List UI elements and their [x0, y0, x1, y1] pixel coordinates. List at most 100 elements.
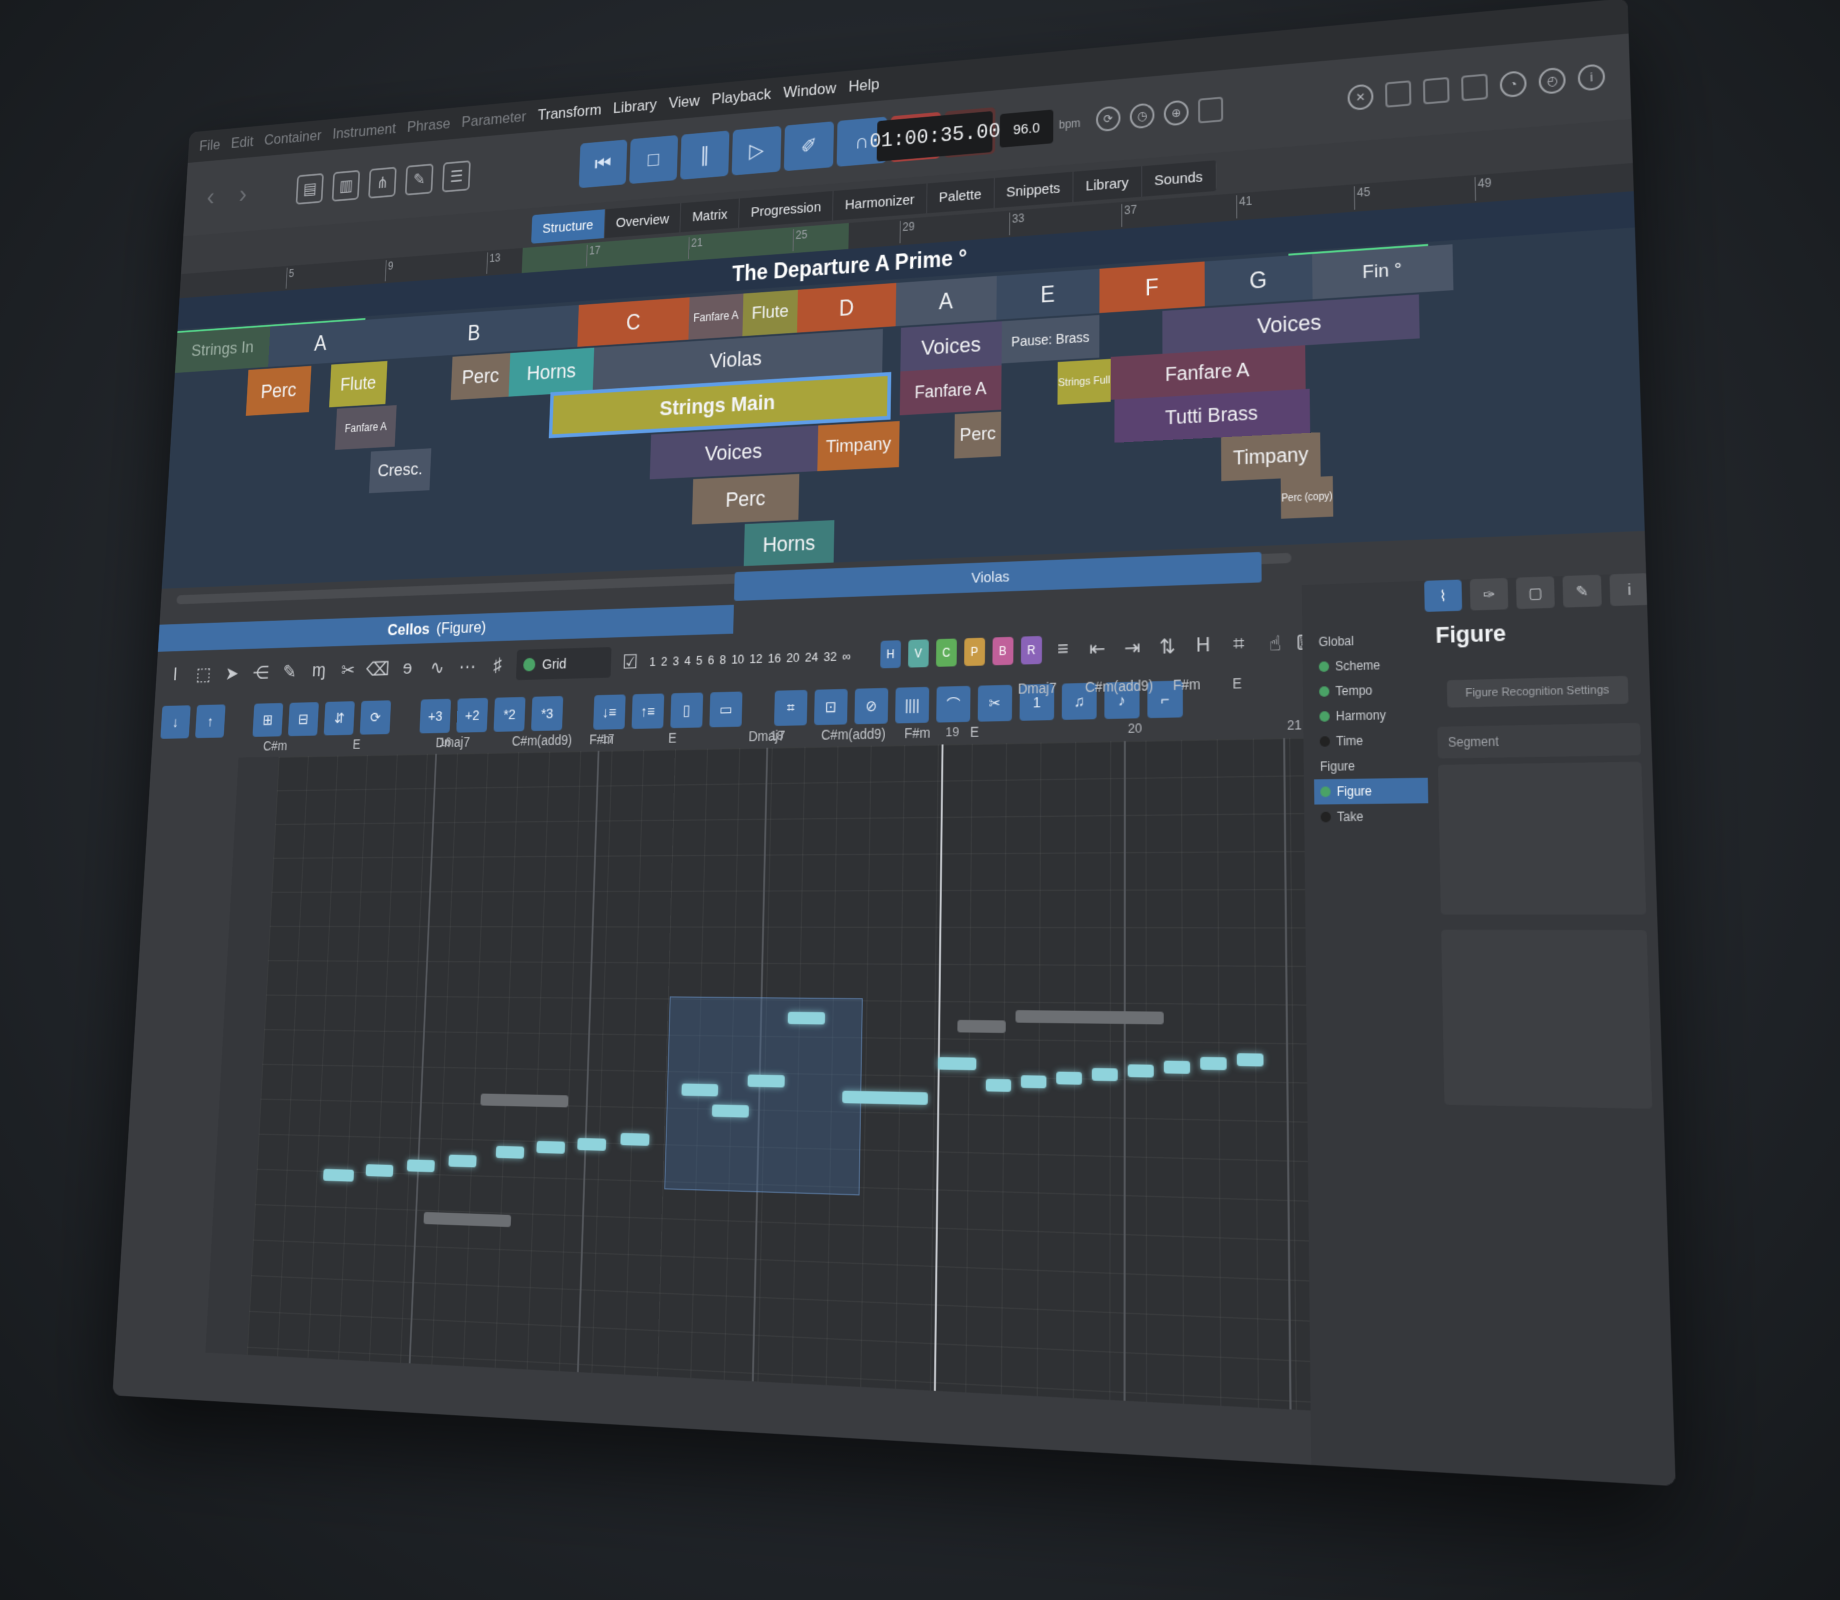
division-option[interactable]: 32 [823, 648, 836, 663]
tempo-display[interactable]: 96.0 [999, 109, 1054, 148]
ear-icon[interactable]: ɘ [395, 655, 419, 682]
menu-phrase[interactable]: Phrase [407, 115, 451, 136]
tree-item-tempo[interactable]: Tempo [1313, 677, 1426, 705]
division-option[interactable]: 10 [731, 651, 744, 666]
chord-label[interactable]: C#m(add9) [821, 726, 886, 743]
note[interactable] [1091, 1067, 1118, 1082]
block-voices-b[interactable]: Voices [900, 321, 1002, 372]
folder-icon[interactable]: ▢ [1515, 576, 1555, 610]
section-flute[interactable]: Flute [742, 289, 798, 337]
sort-up-button[interactable]: ↑≡ [631, 693, 665, 729]
division-option[interactable]: 4 [684, 653, 691, 668]
checkbox-icon[interactable]: ☑ [618, 648, 643, 676]
segment-options-box[interactable] [1438, 761, 1647, 915]
back-arrow-icon[interactable]: ‹ [198, 182, 223, 213]
note[interactable] [406, 1159, 435, 1173]
chord-label[interactable]: E [1232, 675, 1241, 692]
tab-snippets[interactable]: Snippets [994, 171, 1074, 209]
eraser-icon[interactable]: ⌫ [366, 656, 390, 683]
indent-icon[interactable]: ⇤ [1084, 634, 1111, 663]
microphone-button[interactable]: ✐ [783, 121, 834, 172]
fader-button[interactable]: ▯ [670, 692, 704, 729]
tree-header-figure[interactable]: Figure [1314, 752, 1428, 779]
chord-label[interactable]: E [970, 724, 979, 740]
clock-icon[interactable]: ◴ [1538, 66, 1566, 95]
marquee-icon[interactable]: ⬚ [192, 661, 216, 687]
screen-icon[interactable] [1198, 96, 1224, 124]
block-perc[interactable]: Perc [245, 365, 312, 416]
info-tab-icon[interactable]: i [1609, 573, 1650, 607]
info-icon[interactable]: i [1577, 63, 1606, 92]
section-fanfare-a[interactable]: Fanfare A [688, 293, 744, 340]
curve-icon[interactable]: ∿ [425, 654, 450, 681]
transpose-plus3-button[interactable]: +3 [419, 698, 452, 734]
align-left-icon[interactable]: ≡ [1049, 635, 1076, 664]
note[interactable] [842, 1090, 928, 1105]
division-option[interactable]: 20 [786, 650, 799, 665]
move-up-button[interactable]: ↑ [195, 704, 226, 739]
section-d[interactable]: D [797, 282, 897, 333]
figure-options-box[interactable] [1441, 929, 1653, 1109]
tab-harmonizer[interactable]: Harmonizer [833, 183, 928, 221]
note[interactable] [365, 1164, 394, 1177]
figure-recognition-settings-button[interactable]: Figure Recognition Settings [1446, 675, 1629, 708]
note[interactable] [536, 1140, 566, 1154]
tree-item-time[interactable]: Time [1314, 727, 1428, 754]
transpose-plus2-button[interactable]: +2 [456, 697, 489, 733]
chord-label[interactable]: C#m(add9) [1085, 677, 1153, 695]
sort-down-button[interactable]: ↓≡ [593, 694, 626, 730]
note[interactable] [985, 1078, 1012, 1092]
block-flute[interactable]: Flute [329, 360, 388, 408]
ruler-button[interactable]: ▭ [709, 691, 743, 728]
section-strings-in[interactable]: Strings In [174, 326, 271, 373]
tab-matrix[interactable]: Matrix [680, 198, 740, 233]
section-fin[interactable]: Fin ° [1312, 244, 1454, 300]
note[interactable] [747, 1074, 785, 1088]
menu-instrument[interactable]: Instrument [332, 120, 396, 143]
stop-button[interactable]: □ [629, 135, 679, 185]
section-f[interactable]: F [1099, 261, 1205, 314]
block-strings-full[interactable]: Strings Full [1057, 358, 1111, 405]
tree-item-harmony[interactable]: Harmony [1313, 702, 1427, 729]
move-down-button[interactable]: ↓ [160, 705, 191, 739]
bell-icon[interactable]: ◔ [1499, 70, 1527, 99]
tab-structure[interactable]: Structure [531, 209, 606, 244]
section-a-reprise[interactable]: A [895, 275, 997, 327]
division-option[interactable]: 1 [649, 654, 656, 669]
window-icon[interactable] [1461, 73, 1489, 102]
menu-parameter[interactable]: Parameter [461, 108, 526, 131]
menu-lines-icon[interactable] [1385, 80, 1412, 108]
filter-chip-b[interactable]: B [992, 636, 1014, 666]
duplicate-button[interactable]: ⊟ [287, 702, 319, 737]
tree-item-scheme[interactable]: Scheme [1313, 652, 1426, 680]
panel-icon[interactable] [1422, 76, 1450, 105]
filter-chip-p[interactable]: P [963, 637, 985, 667]
block-perc-c[interactable]: Perc [691, 473, 800, 525]
forward-arrow-icon[interactable]: › [231, 179, 256, 210]
note[interactable] [1127, 1064, 1154, 1078]
chart-icon[interactable]: ⌇ [1424, 579, 1463, 612]
crop-icon[interactable]: ⌗ [1225, 630, 1253, 659]
division-option[interactable]: ∞ [842, 648, 851, 663]
brush-tab-icon[interactable]: ✎ [1562, 574, 1602, 608]
chord-label[interactable]: F#m [1173, 676, 1201, 693]
multiply3-button[interactable]: *3 [531, 695, 564, 732]
layout-book-icon[interactable]: ▥ [331, 169, 361, 202]
legato-button[interactable]: ⌒ [936, 685, 971, 723]
pencil-icon[interactable]: ✎ [278, 658, 302, 684]
menu-help[interactable]: Help [848, 75, 879, 96]
filter-chip-r[interactable]: R [1020, 635, 1042, 665]
piano-roll-grid[interactable]: 16 17 18 19 20 21 [246, 717, 1322, 1412]
layout-left-icon[interactable]: ▤ [295, 173, 324, 205]
tree-item-take[interactable]: Take [1314, 803, 1428, 830]
block-fanfare-a[interactable]: Fanfare A [334, 405, 397, 450]
note[interactable] [620, 1132, 650, 1146]
hand-icon[interactable]: ☝ [1261, 629, 1289, 659]
cellos-track-bar[interactable]: Cellos (Figure) [157, 604, 734, 652]
text-cursor-icon[interactable]: I [163, 662, 186, 688]
note[interactable] [1020, 1075, 1047, 1089]
zoom-search-icon[interactable]: ⊕ [1163, 99, 1189, 127]
sort-icon[interactable]: ⇅ [1154, 632, 1182, 661]
hierarchy-icon[interactable]: ⋔ [368, 166, 397, 199]
division-option[interactable]: 8 [719, 652, 726, 667]
